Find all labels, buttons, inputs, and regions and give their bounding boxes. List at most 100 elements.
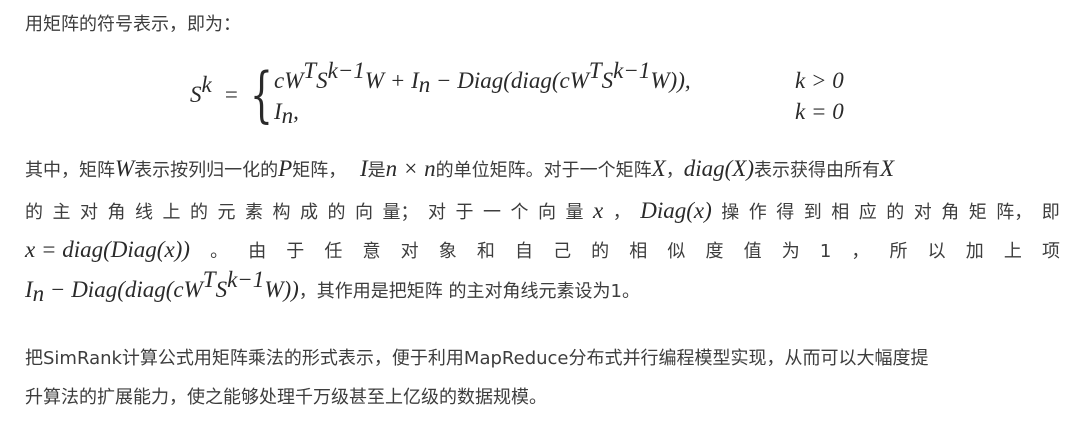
math-span: I — [25, 277, 33, 302]
text-span: 表示获得由所有 — [754, 160, 880, 181]
text-token: 对 — [428, 202, 446, 223]
text-span: 表示按列归一化的 — [134, 160, 279, 181]
text-token: 值 — [743, 241, 762, 262]
math-span: x — [593, 198, 604, 223]
math-span: X — [880, 156, 895, 181]
text-token: 所 — [889, 241, 908, 262]
case1-sup: k−1 — [327, 58, 365, 83]
intro-text: 用矩阵的符号表示，即为： — [25, 14, 241, 35]
case2-part: I — [274, 99, 282, 124]
para1-line2: 的 主 对 角 线 上 的 元 素 构 成 的 向 量； 对 于 一 个 向 量… — [25, 198, 1060, 224]
text-token: 一 — [483, 202, 501, 223]
formula-case1-expr: cWTSk−1W + In − Diag(diag(cWTSk−1W)), — [274, 59, 691, 97]
case1-part: W + I — [364, 68, 419, 93]
case1-part: S — [316, 68, 328, 93]
text-token: 于 — [455, 202, 474, 223]
math-span: x = diag(Diag(x)) — [25, 237, 190, 262]
case1-part: S — [601, 68, 614, 93]
para2-line2: 升算法的扩展能力，使之能够处理千万级甚至上亿级的数据规模。 — [25, 387, 547, 408]
text-token: 构 — [272, 202, 291, 223]
text-token: 由 — [248, 241, 267, 262]
case1-sup: k−1 — [613, 58, 651, 83]
text-token: 己 — [553, 241, 572, 262]
text-span: 是 — [367, 160, 386, 181]
text-span: ， — [665, 160, 684, 181]
case2-sub: n — [281, 103, 294, 128]
case1-part: − Diag(diag(cW — [430, 68, 589, 93]
formula-case1-condition: k > 0 — [795, 68, 844, 93]
text-token: 元 — [217, 202, 236, 223]
text-token: ， — [612, 202, 631, 223]
text-token: 的 — [886, 202, 905, 223]
text-token: 的 — [591, 241, 610, 262]
math-span: I — [359, 156, 368, 181]
text-token: 向 — [538, 202, 556, 223]
formula-equals: = — [224, 82, 238, 107]
para1-line4: In − Diag(diag(cWTSk−1W))，其作用是把矩阵 的主对角线元… — [25, 268, 1060, 306]
formula-lhs-exp: k — [201, 72, 212, 97]
text-token: 量； — [382, 202, 419, 223]
math-sup: k−1 — [227, 267, 265, 292]
text-token: 阵， — [996, 202, 1033, 223]
text-token: 于 — [286, 241, 305, 262]
text-token: 素 — [245, 202, 263, 223]
document-page: 用矩阵的符号表示，即为： Sk = { cWTSk−1W + In − Diag… — [0, 0, 1090, 422]
math-sub: n — [32, 281, 45, 306]
text-token: 即 — [1041, 202, 1060, 223]
math-sup: T — [202, 267, 216, 292]
text-token: 的 — [25, 202, 43, 223]
math-span: P — [278, 156, 293, 181]
text-token: 角 — [941, 202, 960, 223]
math-span: W — [115, 156, 135, 181]
text-token: 的 — [327, 202, 346, 223]
case1-sup: T — [303, 58, 317, 83]
math-span: W)) — [264, 277, 299, 302]
math-span: − Diag(diag(cW — [44, 277, 203, 302]
case1-part: W)), — [650, 68, 691, 93]
formula-lhs-base: S — [190, 82, 202, 107]
case1-sub: n — [418, 72, 431, 97]
text-token: 自 — [514, 241, 533, 262]
text-span: ，其作用是把矩阵 的主对角线元素设为1。 — [298, 281, 640, 302]
text-token: 到 — [803, 202, 822, 223]
text-token: 以 — [927, 241, 946, 262]
text-token: 上 — [1003, 241, 1022, 262]
formula-case2-expr: In, — [274, 99, 299, 128]
case1-part: cW — [274, 68, 304, 93]
text-token: 作 — [748, 202, 767, 223]
text-token: 应 — [858, 202, 877, 223]
text-token: 的 — [190, 202, 208, 223]
text-span: 其中，矩阵 — [25, 160, 115, 181]
para2-line1: 把SimRank计算公式用矩阵乘法的形式表示，便于利用MapReduce分布式并… — [25, 348, 929, 369]
para1-line1: 其中，矩阵W表示按列归一化的P矩阵， I是n × n的单位矩阵。对于一个矩阵X，… — [25, 156, 1060, 182]
math-span: S — [215, 277, 228, 302]
text-token: 加 — [965, 241, 984, 262]
text-token: 对 — [913, 202, 932, 223]
text-token: 主 — [52, 202, 71, 223]
text-token: 。 — [210, 241, 229, 262]
text-span: 矩阵， — [292, 160, 347, 181]
text-token: 项 — [1041, 241, 1060, 262]
text-token: 得 — [776, 202, 795, 223]
para1-line3: x = diag(Diag(x)) 。 由 于 任 意 对 象 和 自 己 的 … — [25, 237, 1060, 263]
text-token: 量 — [565, 202, 584, 223]
case1-sup: T — [588, 58, 602, 83]
text-token: 成 — [300, 202, 318, 223]
text-token: 任 — [324, 241, 343, 262]
text-token: 意 — [362, 241, 381, 262]
formula-lhs: Sk = — [190, 73, 238, 108]
formula-brace: { — [250, 60, 273, 130]
text-token: 象 — [438, 241, 457, 262]
text-token: 向 — [355, 202, 373, 223]
text-token: 角 — [107, 202, 126, 223]
text-token: 上 — [162, 202, 181, 223]
case2-part: , — [293, 99, 299, 124]
text-token: 度 — [705, 241, 724, 262]
text-token: 对 — [400, 241, 419, 262]
text-token: 为 — [781, 241, 800, 262]
math-span: n × n — [385, 156, 436, 181]
text-token: 矩 — [968, 202, 987, 223]
text-token: 和 — [476, 241, 495, 262]
simrank-matrix-formula: Sk = { cWTSk−1W + In − Diag(diag(cWTSk−1… — [190, 59, 870, 132]
formula-case2-condition: k = 0 — [795, 99, 844, 124]
